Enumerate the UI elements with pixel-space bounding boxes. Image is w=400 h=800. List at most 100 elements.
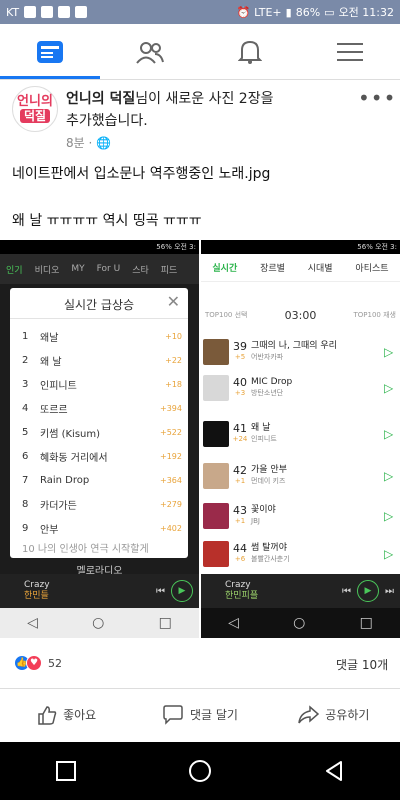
rank-number: 4 [22, 402, 29, 414]
home-icon: ○ [293, 615, 306, 631]
post-action-text-line2: 추가했습니다. [66, 113, 148, 129]
keyword: 인피니트 [40, 380, 77, 392]
album-thumbnail [203, 503, 229, 529]
divider [10, 318, 188, 319]
rank-number: 43 [233, 504, 247, 517]
app-tab: For U [96, 264, 121, 274]
bell-icon [238, 40, 262, 64]
song-artist: 어반자카파 [251, 353, 284, 361]
rank-change: +364 [160, 475, 182, 485]
song-artist: 방탄소년단 [251, 389, 284, 397]
album-thumbnail [203, 339, 229, 365]
rank-change: +522 [160, 427, 182, 437]
chart-tab: 실시간 [212, 264, 238, 274]
chart-tab: 장르별 [260, 264, 285, 274]
post-timestamp[interactable]: 8분 · 🌐 [66, 134, 111, 151]
comment-count-link[interactable]: 댓글 10개 [336, 656, 388, 673]
back-icon: ◁ [228, 615, 239, 631]
lte-label: LTE+ [254, 5, 282, 19]
play-icon: ▷ [384, 427, 394, 441]
rank-number: 2 [22, 354, 29, 366]
song-title: 가을 안부 [251, 465, 287, 475]
reaction-count: 52 [48, 656, 62, 670]
app-tab: MY [71, 264, 85, 274]
android-nav-bar: ◁ ○ □ [201, 608, 400, 638]
page-avatar[interactable]: 언니의 덕질 [12, 86, 58, 132]
rank-number: 1 [22, 330, 29, 342]
friends-icon [136, 41, 164, 64]
reactions-summary[interactable]: 👍 ♥ 52 [14, 655, 62, 671]
back-button-icon[interactable] [323, 760, 345, 782]
song-artist: 먼데이 키즈 [251, 477, 286, 485]
post-photo-1[interactable]: 56% 오전 3: 인기 비디오 MY For U 스타 피드 실시간 급상승 … [0, 240, 199, 638]
share-button[interactable]: 공유하기 [267, 704, 400, 725]
prev-icon: ⏮ [342, 585, 351, 597]
rank-number: 9 [22, 522, 29, 534]
like-button[interactable]: 좋아요 [0, 705, 133, 725]
clock-label: 오전 11:32 [338, 6, 394, 19]
phone-status-bar: 56% 오전 3: [201, 240, 400, 254]
timestamp-label: 8분 · [66, 136, 97, 150]
prev-icon: ⏮ [156, 585, 165, 597]
post-options-more-icon[interactable]: ••• [358, 86, 396, 110]
post-photo-2[interactable]: 56% 오전 3: 실시간 장르별 시대별 아티스트 TOP100 선택 03:… [201, 240, 400, 638]
rank-change: +1 [234, 517, 246, 525]
rank-change: +6 [234, 555, 246, 563]
notification-icon [75, 6, 88, 18]
like-label: 좋아요 [63, 708, 97, 722]
list-item: 5 키썸 (Kisum) +522 [22, 420, 182, 444]
recents-button-icon[interactable] [55, 760, 77, 782]
notification-icon [24, 6, 37, 18]
realtime-trending-popup: 실시간 급상승 ✕ 1 왜날 +10 2 왜 날 +22 3 인피니트 +18 4 또르르 +3… [10, 288, 188, 558]
rank-change: +22 [165, 355, 182, 365]
keyword: 또르르 [40, 404, 68, 416]
keyword: 안부 [40, 524, 59, 536]
app-tab: 스타 [132, 265, 149, 276]
phone-status-bar: 56% 오전 3: [0, 240, 199, 254]
rank-change: +192 [160, 451, 182, 461]
love-reaction-icon: ♥ [26, 655, 42, 671]
song-artist: 인피니트 [251, 435, 277, 443]
app-tab: 피드 [160, 265, 178, 276]
app-tab: 인기 [6, 265, 23, 276]
battery-icon: ▭ [324, 5, 335, 19]
chart-row: 39 +5 그때의 나, 그때의 우리 어반자카파 ▷ [201, 336, 400, 368]
android-nav-bar: ◁ ○ □ [0, 608, 199, 638]
system-nav-bar [0, 742, 400, 800]
tab-notifications[interactable] [200, 24, 300, 79]
tab-news-feed[interactable] [0, 24, 100, 79]
status-bar: KT ⏰ LTE+ ▮ 86% ▭ 오전 11:32 [0, 0, 400, 24]
tab-friends[interactable] [100, 24, 200, 79]
play-icon: ▶ [357, 580, 379, 602]
chart-row: 40 +3 MIC Drop 방탄소년단 ▷ [201, 372, 400, 404]
comment-button[interactable]: 댓글 달기 [133, 704, 266, 725]
avatar-logo-line1: 언니의 [17, 94, 53, 109]
signal-icon: ▮ [285, 5, 292, 19]
list-item: 3 인피니트 +18 [22, 372, 182, 396]
chart-tab: 시대별 [307, 264, 333, 274]
popup-title: 실시간 급상승 [63, 298, 135, 312]
share-arrow-icon [298, 704, 320, 723]
rank-change: +10 [165, 331, 182, 341]
comment-bubble-icon [163, 704, 183, 725]
mini-player: Crazy 한민들 ⏮ ▶ [0, 574, 199, 608]
facebook-top-nav [0, 24, 400, 80]
list-item: 1 왜날 +10 [22, 324, 182, 348]
home-button-icon[interactable] [188, 759, 212, 783]
tab-menu[interactable] [300, 24, 400, 79]
rank-change: +394 [160, 403, 182, 413]
rank-change: +5 [234, 353, 246, 361]
rank-number: 3 [22, 378, 29, 390]
keyword: 왜 날 [40, 356, 62, 368]
list-item: 6 혜화동 거리에서 +192 [22, 444, 182, 468]
post-action-bar: 좋아요 댓글 달기 공유하기 [0, 688, 400, 740]
chart-row: 44 +6 썸 탈꺼야 볼빨간사춘기 ▷ [201, 538, 400, 570]
album-thumbnail [203, 421, 229, 447]
chart-row: 42 +1 가을 안부 먼데이 키즈 ▷ [201, 460, 400, 492]
rank-number: 44 [233, 542, 247, 555]
song-title: MIC Drop [251, 377, 293, 387]
notification-icon [41, 6, 54, 18]
song-artist: JBJ [251, 517, 260, 525]
play-icon: ▷ [384, 547, 394, 561]
author-name-link[interactable]: 언니의 덕질 [66, 91, 135, 107]
